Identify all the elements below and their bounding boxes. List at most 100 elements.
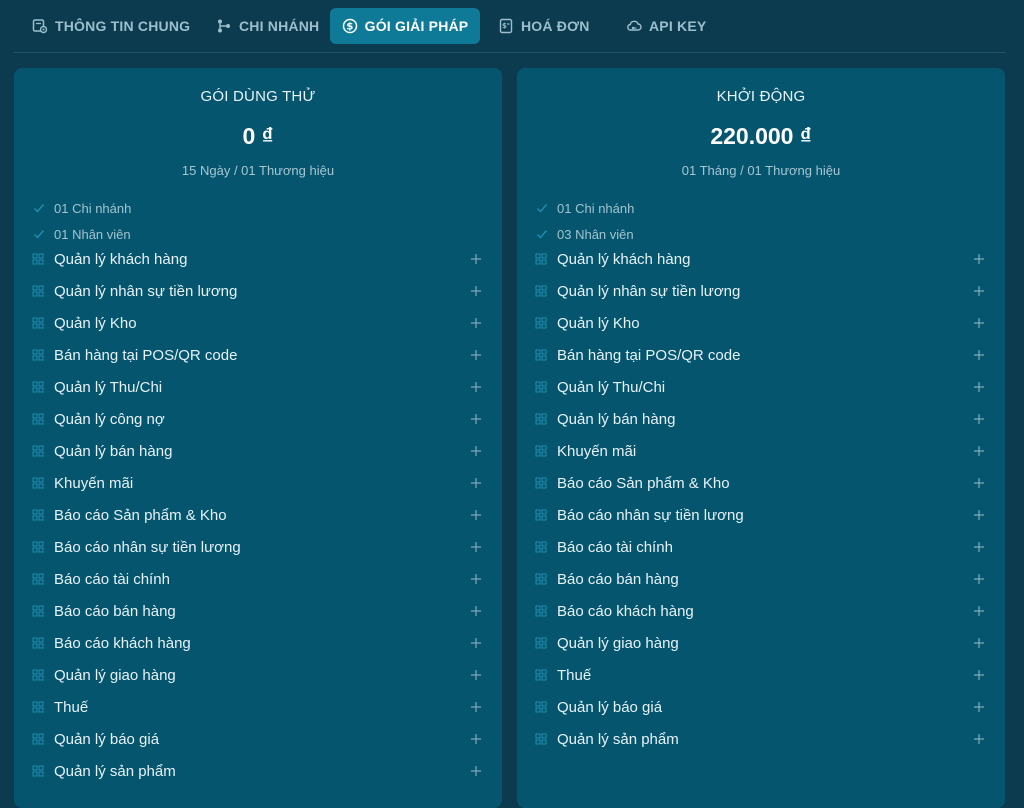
plus-icon[interactable]: [973, 253, 985, 265]
plus-icon[interactable]: [470, 573, 482, 585]
plan-feature-item[interactable]: Thuế: [32, 691, 482, 723]
plus-icon[interactable]: [470, 733, 482, 745]
plus-icon[interactable]: [470, 509, 482, 521]
plan-feature-item[interactable]: Báo cáo Sản phẩm & Kho: [32, 499, 482, 531]
plan-feature-item[interactable]: Khuyến mãi: [535, 435, 985, 467]
plan-limits: 01 Chi nhánh 03 Nhân viên: [535, 195, 987, 247]
plus-icon[interactable]: [470, 285, 482, 297]
plus-icon[interactable]: [470, 637, 482, 649]
plus-icon[interactable]: [973, 413, 985, 425]
plan-feature-label: Báo cáo tài chính: [54, 570, 170, 588]
plan-feature-item[interactable]: Báo cáo bán hàng: [535, 563, 985, 595]
plan-limits: 01 Chi nhánh 01 Nhân viên: [32, 195, 484, 247]
plan-feature-item[interactable]: Quản lý giao hàng: [32, 659, 482, 691]
plan-feature-item[interactable]: Quản lý báo giá: [535, 691, 985, 723]
plus-icon[interactable]: [973, 541, 985, 553]
tab-invoice[interactable]: $ HOÁ ĐƠN: [484, 8, 604, 44]
plan-feature-item[interactable]: Quản lý công nợ: [32, 403, 482, 435]
module-grid-icon: [535, 573, 547, 585]
plus-icon[interactable]: [973, 349, 985, 361]
plus-icon[interactable]: [470, 765, 482, 777]
plus-icon[interactable]: [470, 413, 482, 425]
plan-feature-label: Quản lý Thu/Chi: [557, 378, 666, 396]
plan-feature-item[interactable]: Báo cáo tài chính: [535, 531, 985, 563]
plan-feature-label: Quản lý sản phẩm: [54, 762, 176, 780]
tab-divider: [14, 52, 1006, 53]
plan-feature-item[interactable]: Quản lý nhân sự tiền lương: [32, 275, 482, 307]
plus-icon[interactable]: [973, 285, 985, 297]
plan-limit-item: 01 Chi nhánh: [32, 195, 484, 221]
plan-feature-item[interactable]: Quản lý giao hàng: [535, 627, 985, 659]
plan-feature-label: Quản lý bán hàng: [557, 410, 676, 428]
plus-icon[interactable]: [973, 669, 985, 681]
plus-icon[interactable]: [973, 573, 985, 585]
plus-icon[interactable]: [470, 669, 482, 681]
plan-name: GÓI DÙNG THỬ: [200, 88, 316, 105]
plan-feature-item[interactable]: Quản lý Kho: [535, 307, 985, 339]
tab-solution-plans[interactable]: $ GÓI GIẢI PHÁP: [330, 8, 480, 44]
plan-feature-label: Quản lý báo giá: [54, 730, 160, 748]
plan-feature-item[interactable]: Quản lý khách hàng: [535, 243, 985, 275]
module-grid-icon: [535, 541, 547, 553]
module-grid-icon: [535, 445, 547, 457]
plan-feature-item[interactable]: Báo cáo bán hàng: [32, 595, 482, 627]
module-grid-icon: [535, 349, 547, 361]
plan-feature-label: Báo cáo Sản phẩm & Kho: [54, 506, 227, 524]
plan-feature-item[interactable]: Báo cáo tài chính: [32, 563, 482, 595]
plan-feature-item[interactable]: Thuế: [535, 659, 985, 691]
plus-icon[interactable]: [973, 637, 985, 649]
plan-feature-item[interactable]: Báo cáo Sản phẩm & Kho: [535, 467, 985, 499]
plus-icon[interactable]: [973, 733, 985, 745]
module-grid-icon: [32, 765, 44, 777]
plus-icon[interactable]: [973, 605, 985, 617]
plus-icon[interactable]: [470, 445, 482, 457]
tab-api-key[interactable]: API KEY: [612, 8, 720, 44]
plan-feature-item[interactable]: Quản lý Thu/Chi: [535, 371, 985, 403]
plus-icon[interactable]: [470, 701, 482, 713]
module-grid-icon: [32, 285, 44, 297]
plan-feature-item[interactable]: Quản lý bán hàng: [32, 435, 482, 467]
tab-branch[interactable]: CHI NHÁNH: [202, 8, 333, 44]
tab-general-info[interactable]: THÔNG TIN CHUNG: [18, 8, 204, 44]
plan-feature-label: Quản lý Kho: [54, 314, 137, 332]
module-grid-icon: [32, 701, 44, 713]
plan-feature-item[interactable]: Bán hàng tại POS/QR code: [535, 339, 985, 371]
plus-icon[interactable]: [973, 317, 985, 329]
plan-feature-item[interactable]: Quản lý Thu/Chi: [32, 371, 482, 403]
plus-icon[interactable]: [973, 509, 985, 521]
plan-feature-item[interactable]: Báo cáo khách hàng: [32, 627, 482, 659]
plus-icon[interactable]: [470, 381, 482, 393]
plan-feature-label: Báo cáo nhân sự tiền lương: [557, 506, 744, 524]
tab-label: HOÁ ĐƠN: [521, 18, 590, 34]
plan-feature-label: Quản lý Kho: [557, 314, 640, 332]
plan-price: 0 ₫: [242, 123, 274, 149]
plan-feature-item[interactable]: Khuyến mãi: [32, 467, 482, 499]
plan-period: 15 Ngày / 01 Thương hiệu: [181, 163, 335, 178]
plus-icon[interactable]: [470, 541, 482, 553]
plus-icon[interactable]: [973, 477, 985, 489]
plan-feature-item[interactable]: Bán hàng tại POS/QR code: [32, 339, 482, 371]
plus-icon[interactable]: [470, 349, 482, 361]
plan-feature-item[interactable]: Báo cáo khách hàng: [535, 595, 985, 627]
plan-feature-label: Quản lý công nợ: [54, 410, 165, 428]
plan-feature-item[interactable]: Quản lý báo giá: [32, 723, 482, 755]
plan-card-trial: GÓI DÙNG THỬ 0 ₫ 15 Ngày / 01 Thương hiệ…: [14, 68, 502, 808]
plus-icon[interactable]: [973, 381, 985, 393]
plus-icon[interactable]: [470, 253, 482, 265]
plan-feature-item[interactable]: Quản lý bán hàng: [535, 403, 985, 435]
plus-icon[interactable]: [973, 701, 985, 713]
plan-feature-item[interactable]: Quản lý Kho: [32, 307, 482, 339]
plan-price: 220.000 ₫: [710, 123, 812, 149]
plan-feature-item[interactable]: Báo cáo nhân sự tiền lương: [535, 499, 985, 531]
plan-feature-item[interactable]: Quản lý sản phẩm: [32, 755, 482, 787]
plan-feature-item[interactable]: Báo cáo nhân sự tiền lương: [32, 531, 482, 563]
plus-icon[interactable]: [470, 605, 482, 617]
module-grid-icon: [535, 733, 547, 745]
plus-icon[interactable]: [470, 477, 482, 489]
plus-icon[interactable]: [470, 317, 482, 329]
plan-feature-item[interactable]: Quản lý nhân sự tiền lương: [535, 275, 985, 307]
plan-feature-label: Báo cáo nhân sự tiền lương: [54, 538, 241, 556]
plus-icon[interactable]: [973, 445, 985, 457]
plan-feature-item[interactable]: Quản lý khách hàng: [32, 243, 482, 275]
plan-feature-item[interactable]: Quản lý sản phẩm: [535, 723, 985, 755]
